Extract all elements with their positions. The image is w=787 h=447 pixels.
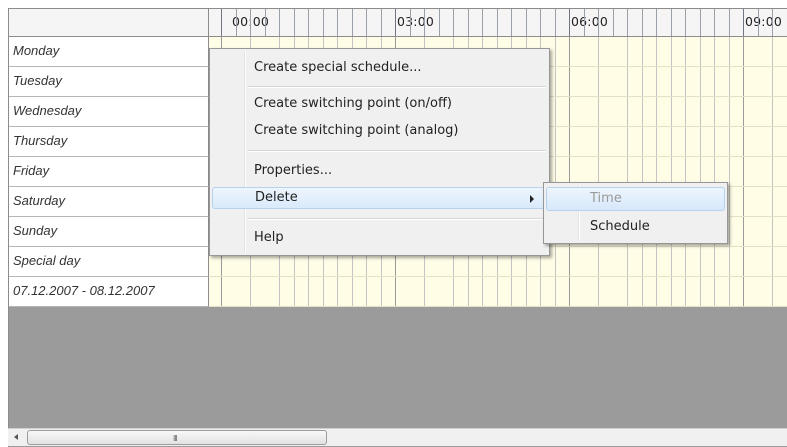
submenu-item-label: Schedule [590,219,650,234]
grid-vline [700,37,701,307]
menu-item-create-special-schedule[interactable]: Create special schedule... [210,57,549,79]
menu-item-label: Properties... [254,163,333,178]
grid-vline [627,37,628,307]
timeline-tick [308,9,309,36]
menu-item-create-switching-analog[interactable]: Create switching point (analog) [210,120,549,142]
menu-item-help[interactable]: Help [210,227,549,249]
day-row-wednesday[interactable]: Wednesday [9,97,209,127]
timeline-tick [453,9,454,36]
time-label-0900: 09:00 [745,14,783,29]
timeline-tick [569,9,570,36]
menu-item-label: Help [254,230,284,245]
context-menu: Create special schedule... Create switch… [209,48,550,256]
day-row-friday[interactable]: Friday [9,157,209,187]
menu-item-label: Delete [255,190,298,205]
delete-submenu: Time Schedule [543,182,728,244]
grid-vline [743,37,744,307]
timeline-tick [352,9,353,36]
menu-item-label: Create switching point (on/off) [254,96,452,111]
timeline-tick [395,9,396,36]
menu-separator [248,150,546,152]
timeline-tick [729,9,730,36]
timeline-tick [468,9,469,36]
day-row-monday[interactable]: Monday [9,37,209,67]
menu-item-properties[interactable]: Properties... [210,160,549,182]
grid-vline [671,37,672,307]
timeline-tick [381,9,382,36]
horizontal-scrollbar[interactable]: III [8,428,787,446]
timeline-tick [511,9,512,36]
timeline-tick [221,9,222,36]
header-corner [9,9,209,37]
timeline-tick [366,9,367,36]
timeline-tick [526,9,527,36]
menu-gutter [244,51,246,253]
timeline-tick [323,9,324,36]
timeline-tick [772,9,773,36]
day-row-tuesday[interactable]: Tuesday [9,67,209,97]
grid-vline [714,37,715,307]
submenu-arrow-icon [530,195,534,203]
timeline-tick [685,9,686,36]
submenu-item-schedule[interactable]: Schedule [546,215,725,239]
timeline-tick [294,9,295,36]
day-row-saturday[interactable]: Saturday [9,187,209,217]
grid-vline [555,37,556,307]
timeline-header: 00:00 03:00 06:00 09:00 [209,9,787,37]
timeline-tick [743,9,744,36]
grid-vline [685,37,686,307]
time-label-0600: 06:00 [571,14,609,29]
day-row-thursday[interactable]: Thursday [9,127,209,157]
scroll-thumb[interactable]: III [27,430,327,445]
timeline-tick [482,9,483,36]
timeline-tick [613,9,614,36]
timeline-tick [279,9,280,36]
timeline-tick [714,9,715,36]
time-label-0300: 03:00 [397,14,435,29]
grid-hline [209,306,787,307]
timeline-tick [758,9,759,36]
grid-vline [569,37,570,307]
timeline-tick [584,9,585,36]
timeline-tick [497,9,498,36]
grid-hline [209,276,787,277]
menu-item-label: Create switching point (analog) [254,123,459,138]
grid-vline [598,37,599,307]
menu-separator [248,218,546,220]
grid-vline [642,37,643,307]
day-column: Monday Tuesday Wednesday Thursday Friday… [9,37,209,307]
menu-item-delete[interactable]: Delete [212,187,547,209]
timeline-tick [642,9,643,36]
grid-vline [656,37,657,307]
submenu-item-time[interactable]: Time [546,187,725,211]
timeline-tick [250,9,251,36]
menu-item-label: Create special schedule... [254,60,422,75]
timeline-tick [656,9,657,36]
grip-icon: III [173,434,178,443]
timeline-tick [236,9,237,36]
menu-item-create-switching-onoff[interactable]: Create switching point (on/off) [210,93,549,115]
left-arrow-icon [14,434,18,440]
timeline-tick [671,9,672,36]
timeline-tick [540,9,541,36]
timeline-tick [627,9,628,36]
day-row-date-range[interactable]: 07.12.2007 - 08.12.2007 [9,277,209,307]
scroll-left-button[interactable] [8,429,25,446]
timeline-tick [598,9,599,36]
timeline-tick [439,9,440,36]
timeline-tick [265,9,266,36]
grid-vline [772,37,773,307]
timeline-tick [337,9,338,36]
timeline-tick [410,9,411,36]
menu-separator [248,86,546,88]
submenu-item-label: Time [590,191,622,206]
timeline-tick [555,9,556,36]
day-row-sunday[interactable]: Sunday [9,217,209,247]
timeline-tick [700,9,701,36]
grid-vline [729,37,730,307]
timeline-tick [424,9,425,36]
day-row-special-day[interactable]: Special day [9,247,209,277]
